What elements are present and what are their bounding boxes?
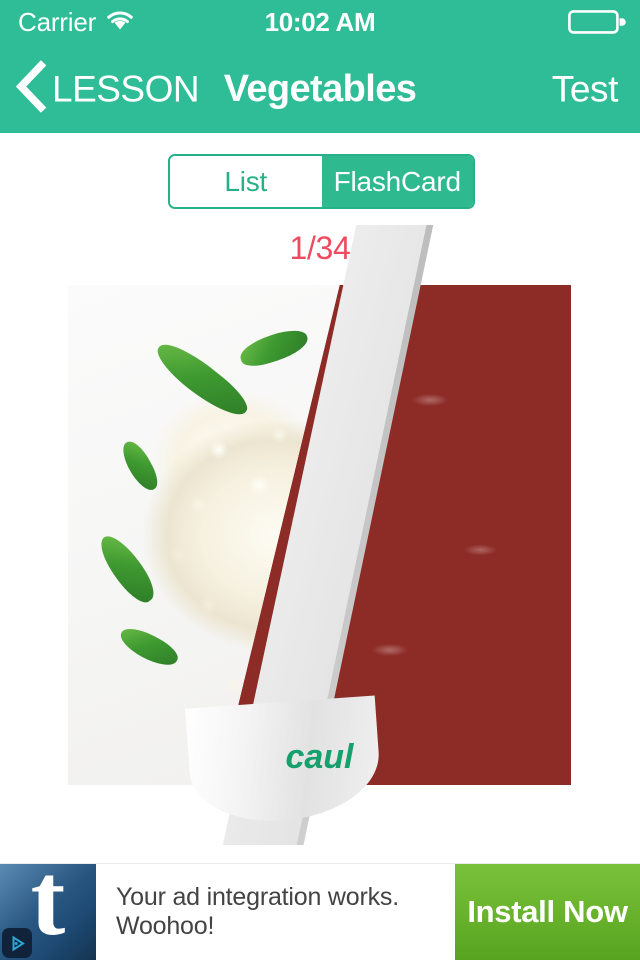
- ad-text: Your ad integration works. Woohoo!: [116, 883, 399, 940]
- test-button[interactable]: Test: [552, 70, 619, 107]
- status-bar: Carrier 10:02 AM: [0, 0, 640, 44]
- flashcard-word: caul: [285, 738, 354, 776]
- battery-icon: [568, 8, 626, 36]
- install-now-button[interactable]: Install Now: [455, 864, 640, 960]
- view-mode-segmented-control[interactable]: List FlashCard: [168, 154, 475, 209]
- flashcard-stage[interactable]: caul: [68, 225, 571, 845]
- segment-list[interactable]: List: [170, 156, 322, 207]
- page-title: Vegetables: [223, 67, 417, 110]
- navigation-bar: LESSON Vegetables Test: [0, 44, 640, 133]
- flashcard-counter: 1/34: [289, 230, 351, 266]
- segment-flashcard[interactable]: FlashCard: [321, 156, 473, 207]
- status-bar-time: 10:02 AM: [264, 7, 376, 37]
- ad-banner[interactable]: t Your ad integration works. Woohoo! Ins…: [0, 863, 640, 960]
- app-root: Carrier 10:02 AM LESSON Vegetables Test …: [0, 0, 640, 960]
- ad-logo[interactable]: t: [0, 864, 96, 960]
- adchoices-icon[interactable]: [2, 928, 32, 958]
